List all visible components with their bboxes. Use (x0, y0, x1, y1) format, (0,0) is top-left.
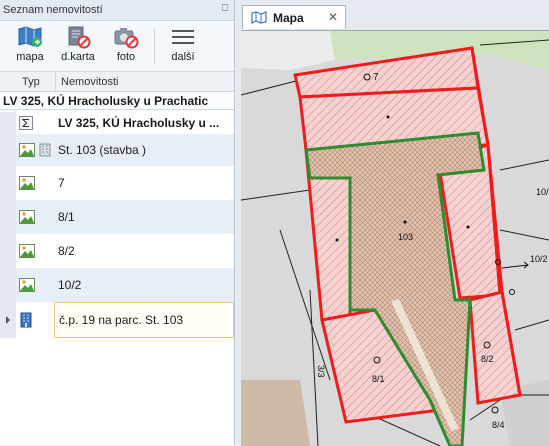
parcel-image-icon (19, 278, 35, 292)
pin-icon[interactable]: ⎕ (222, 3, 228, 14)
map-button[interactable]: mapa (6, 21, 54, 69)
map-label-10-2: 10/2 (530, 254, 548, 264)
map-label-8-2: 8/2 (481, 354, 494, 364)
row-indicator (0, 134, 16, 166)
panel-title: Seznam nemovitostí (3, 4, 103, 16)
close-icon[interactable]: ✕ (328, 10, 338, 24)
row-icon-cell (16, 244, 54, 258)
row-indicator (0, 112, 16, 134)
panel-title-bar: Seznam nemovitostí ⎕ (0, 0, 234, 21)
map-button-label: mapa (16, 51, 44, 63)
list-item[interactable]: 8/2 (0, 234, 234, 268)
photo-button[interactable]: foto (102, 21, 150, 69)
row-icon-cell (16, 176, 54, 190)
column-type[interactable]: Typ (0, 72, 56, 91)
row-icon-cell (16, 210, 54, 224)
list-item-label: St. 103 (stavba ) (58, 143, 147, 157)
map-canvas[interactable]: 7 103 8/1 8/2 10/2 8/4 3/3 10/ (241, 30, 549, 446)
column-property[interactable]: Nemovitosti (56, 72, 118, 91)
row-icon-cell (16, 278, 54, 292)
camera-icon (114, 28, 139, 49)
list-item[interactable]: 7 (0, 166, 234, 200)
tab-map-label: Mapa (273, 10, 304, 25)
more-button[interactable]: další (159, 21, 207, 69)
map-label-8-4: 8/4 (492, 420, 505, 430)
more-button-label: další (171, 51, 195, 63)
building-icon (20, 312, 32, 328)
list-item-label: LV 325, KÚ Hracholusky u ... (58, 116, 220, 130)
tab-map[interactable]: Mapa ✕ (242, 5, 346, 29)
row-indicator (0, 234, 16, 268)
list-item[interactable]: St. 103 (stavba ) (0, 134, 234, 166)
map-label-103: 103 (398, 232, 413, 242)
dkarta-button[interactable]: d.karta (54, 21, 102, 69)
map-label-7: 7 (373, 72, 379, 83)
list-item-label: 8/1 (58, 210, 75, 224)
cadastral-map[interactable]: 7 103 8/1 8/2 10/2 8/4 3/3 10/ (241, 31, 549, 446)
parcel-image-icon (19, 244, 35, 258)
column-header: Typ Nemovitosti (0, 72, 234, 92)
row-indicator (0, 166, 16, 200)
list-item-label: 8/2 (58, 244, 75, 258)
tab-bar: Mapa ✕ (236, 0, 549, 29)
list-item-selected[interactable]: č.p. 19 na parc. St. 103 (0, 302, 234, 338)
list-item-label: č.p. 19 na parc. St. 103 (54, 302, 234, 338)
map-tab-icon (251, 11, 267, 24)
list-item[interactable]: 10/2 (0, 268, 234, 302)
map-icon (18, 26, 42, 47)
map-label-10: 10/ (536, 187, 549, 197)
list-item-label: 7 (58, 176, 65, 190)
map-panel: Mapa ✕ 7 103 8/1 8/2 10/2 8/4 3/3 10/ (236, 0, 549, 446)
row-indicator (0, 200, 16, 234)
row-indicator (0, 268, 16, 302)
toolbar-separator (154, 28, 155, 64)
current-row-arrow-icon (6, 316, 10, 324)
parcel-image-icon (19, 176, 35, 190)
dkarta-button-label: d.karta (61, 51, 95, 63)
map-label-8-1: 8/1 (372, 374, 385, 384)
building-outline-icon (39, 143, 51, 157)
menu-icon (172, 30, 194, 44)
row-icon-cell (16, 143, 54, 157)
sum-icon (19, 116, 33, 130)
row-icon-cell (16, 116, 54, 130)
photo-button-label: foto (116, 51, 136, 63)
row-icon-cell (16, 312, 54, 328)
parcel-image-icon (19, 210, 35, 224)
list-item[interactable]: 8/1 (0, 200, 234, 234)
row-indicator (0, 302, 16, 338)
list-item[interactable]: LV 325, KÚ Hracholusky u ... (0, 112, 234, 134)
list-item-label: 10/2 (58, 278, 82, 292)
property-list-panel: Seznam nemovitostí ⎕ mapa d.karta foto d… (0, 0, 235, 445)
document-card-icon (68, 26, 91, 49)
toolbar: mapa d.karta foto další (0, 21, 234, 72)
group-label: LV 325, KÚ Hracholusky u Prachatic (3, 93, 209, 108)
parcel-image-icon (19, 143, 35, 157)
map-label-3-3: 3/3 (316, 365, 326, 378)
group-row[interactable]: LV 325, KÚ Hracholusky u Prachatic (0, 92, 234, 110)
